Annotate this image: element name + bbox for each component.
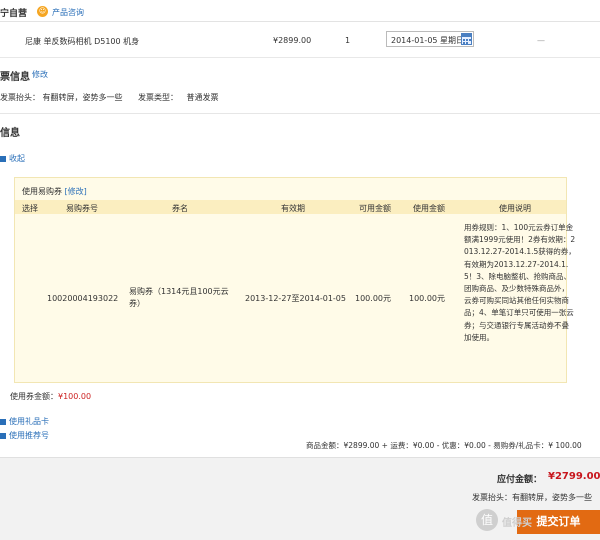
consult-icon[interactable]: ☺ (37, 6, 48, 17)
delivery-date-input[interactable]: 2014-01-05 星期日 (386, 31, 474, 47)
invoice-header-row: 发票抬头： 有翻转屏，姿势多一些 (0, 92, 123, 103)
coupon-usage-rules: 用券规则：1、100元云券订单金额满1999元使用！2券有效期：2013.12.… (464, 223, 576, 342)
used-amount-label: 使用券金额： (10, 392, 58, 401)
invoice-header-value: 有翻转屏，姿势多一些 (42, 93, 123, 102)
collapse-toggle[interactable]: 收起 (0, 153, 25, 164)
invoice-header-label: 发票抬头： (0, 93, 40, 102)
summary-invoice-value: 有翻转屏，姿势多一些 (512, 493, 592, 502)
used-amount-value: ¥100.00 (58, 392, 92, 401)
use-referral-toggle[interactable]: 使用推荐号 (0, 430, 49, 441)
coupon-number: 10020004193022 (47, 294, 119, 303)
column-header: 使用说明 (499, 204, 531, 213)
watermark-logo-icon: 值 (476, 509, 498, 531)
coupon-table-header: 选择 易购券号 券名 有效期 可用金额 使用金额 使用说明 (15, 200, 566, 214)
expand-icon (0, 432, 6, 439)
coupon-edit-link[interactable]: [修改] (65, 187, 87, 196)
coupon-name: 易购券（1314元且100元云券） (129, 287, 229, 308)
summary-invoice-label: 发票抬头： (472, 493, 512, 502)
calendar-icon[interactable] (461, 33, 472, 45)
used-coupon-amount: 使用券金额：¥100.00 (10, 391, 91, 402)
product-price: ¥2899.00 (273, 36, 312, 45)
column-header: 选择 (22, 204, 38, 213)
payable-amount: ¥2799.00 (548, 471, 600, 482)
product-name: 尼康 单反数码相机 D5100 机身 (25, 37, 140, 46)
invoice-type-value: 普通发票 (186, 93, 219, 102)
gift-card-label: 使用礼品卡 (9, 417, 49, 426)
column-header: 可用金额 (359, 204, 391, 213)
coupon-available-amount: 100.00元 (355, 294, 391, 303)
collapse-icon (0, 155, 6, 162)
expand-icon (0, 418, 6, 425)
coupon-header: 使用易购券 [修改] (22, 186, 87, 197)
delivery-date-value: 2014-01-05 星期日 (391, 36, 465, 45)
payable-label: 应付金额： (497, 475, 543, 485)
invoice-section-title: 票信息 (0, 72, 30, 83)
column-header: 易购券号 (66, 204, 98, 213)
coupon-validity: 2013-12-27至2014-01-05 (245, 294, 346, 303)
column-header: 使用金额 (413, 204, 445, 213)
watermark-text: 值得买 (502, 518, 532, 529)
invoice-type-row: 发票类型： 普通发票 (138, 92, 219, 103)
invoice-edit-link[interactable]: 修改 (32, 69, 48, 80)
product-consult-link[interactable]: 产品咨询 (52, 7, 84, 18)
coupon-panel: 使用易购券 [修改] 选择 易购券号 券名 有效期 可用金额 使用金额 使用说明… (14, 177, 576, 383)
product-quantity: 1 (345, 36, 351, 45)
section-divider (0, 113, 600, 114)
referral-label: 使用推荐号 (9, 431, 49, 440)
store-name: 宁自营 (0, 9, 28, 19)
extra-placeholder: — (537, 36, 545, 45)
use-gift-card-toggle[interactable]: 使用礼品卡 (0, 416, 49, 427)
order-totals-line: 商品金额：¥2899.00 + 运费：¥0.00 - 优惠：¥0.00 - 易购… (306, 441, 582, 450)
store-header: 宁自营 ☺ 产品咨询 (0, 0, 600, 22)
invoice-type-label: 发票类型： (138, 93, 178, 102)
payment-section-title: 信息 (0, 128, 20, 139)
column-header: 有效期 (281, 204, 305, 213)
summary-invoice-header: 发票抬头：有翻转屏，姿势多一些 (472, 492, 592, 503)
coupon-header-label: 使用易购券 (22, 187, 62, 196)
column-header: 券名 (172, 204, 188, 213)
coupon-used-amount: 100.00元 (409, 294, 445, 303)
product-row: 尼康 单反数码相机 D5100 机身 ¥2899.00 1 2014-01-05… (0, 22, 600, 58)
collapse-label: 收起 (9, 154, 25, 163)
